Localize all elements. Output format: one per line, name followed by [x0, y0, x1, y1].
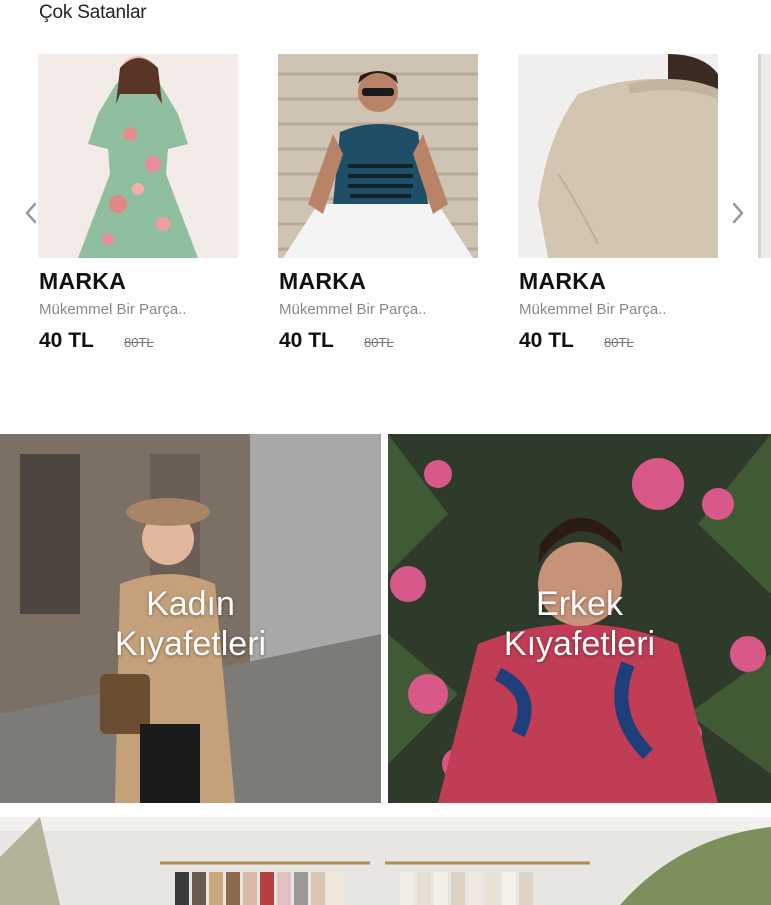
- product-price: 40 TL: [279, 329, 334, 352]
- product-price: 40 TL: [519, 329, 574, 352]
- product-image[interactable]: [518, 54, 718, 258]
- product-image[interactable]: [278, 54, 478, 258]
- category-title-line1: Kadın: [146, 585, 235, 623]
- product-card[interactable]: MARKA Mükemmel Bir Parça.. 40 TL 80TL: [278, 54, 478, 352]
- category-title-line1: Erkek: [536, 585, 623, 623]
- store-banner[interactable]: [0, 817, 771, 905]
- product-card[interactable]: MARKA Mükemmel Bir Parça.. 40 TL 80TL: [38, 54, 238, 352]
- product-image[interactable]: [38, 54, 238, 258]
- category-title: Erkek Kıyafetleri: [388, 584, 771, 664]
- product-price: 40 TL: [39, 329, 94, 352]
- chevron-right-icon[interactable]: [728, 198, 748, 228]
- product-brand: MARKA: [39, 268, 127, 294]
- product-old-price: 80TL: [124, 335, 154, 350]
- product-brand: MARKA: [519, 268, 607, 294]
- product-image[interactable]: [758, 54, 771, 258]
- category-title-line2: Kıyafetleri: [114, 625, 267, 663]
- product-old-price: 80TL: [364, 335, 394, 350]
- chevron-left-icon[interactable]: [21, 198, 41, 228]
- product-card[interactable]: [758, 54, 771, 258]
- category-women[interactable]: Kadın Kıyafetleri: [0, 434, 381, 803]
- section-title: Çok Satanlar: [39, 2, 147, 23]
- product-card[interactable]: MARKA Mükemmel Bir Parça.. 40 TL 80TL: [518, 54, 718, 352]
- bestseller-carousel: MARKA Mükemmel Bir Parça.. 40 TL 80TL MA…: [0, 54, 771, 374]
- category-title-line2: Kıyafetleri: [503, 625, 656, 663]
- product-description: Mükemmel Bir Parça..: [39, 301, 187, 318]
- category-title: Kadın Kıyafetleri: [0, 584, 381, 664]
- product-description: Mükemmel Bir Parça..: [279, 301, 427, 318]
- product-old-price: 80TL: [604, 335, 634, 350]
- product-description: Mükemmel Bir Parça..: [519, 301, 667, 318]
- category-men[interactable]: Erkek Kıyafetleri: [388, 434, 771, 803]
- product-brand: MARKA: [279, 268, 367, 294]
- store-banner-image: [0, 817, 771, 905]
